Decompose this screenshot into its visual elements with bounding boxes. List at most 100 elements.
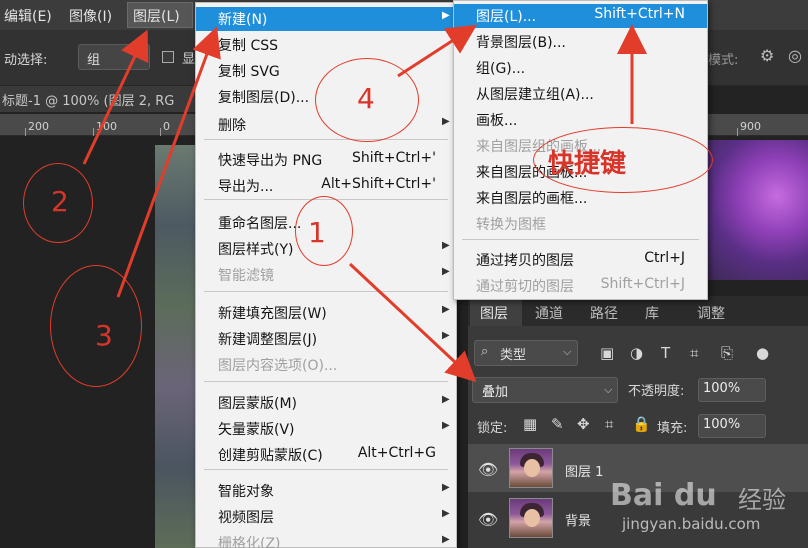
annotation-number: 1 [308, 216, 326, 249]
shape-filter-icon[interactable]: ⌗ [690, 344, 698, 362]
3d-mode-icon[interactable]: ⚙ [760, 46, 774, 65]
menu-item: 图层内容选项(O)... [196, 353, 456, 377]
tab-layers[interactable]: 图层 [480, 303, 508, 323]
submenu-item-label: 通过拷贝的图层 [476, 253, 574, 269]
tab-paths[interactable]: 路径 [590, 303, 618, 323]
lock-all-icon[interactable]: 🔒 [632, 415, 651, 433]
menu-item-label: 智能对象 [218, 484, 274, 500]
menu-item-label: 复制 SVG [218, 64, 280, 80]
submenu-arrow-icon: ▶ [442, 240, 450, 251]
menu-separator [462, 239, 699, 240]
annotation-number: 2 [51, 185, 69, 218]
ruler-tick [160, 128, 161, 136]
smart-object-filter-icon[interactable]: ⎘ [721, 344, 733, 362]
menu-layer[interactable]: 图层(L) [133, 6, 180, 26]
ruler-label: 100 [96, 120, 117, 133]
auto-select-dropdown[interactable]: 组 [78, 44, 150, 70]
submenu-arrow-icon: ▶ [442, 508, 450, 519]
submenu-item[interactable]: 通过拷贝的图层 Ctrl+J [454, 248, 707, 272]
submenu-item[interactable]: 从图层建立组(A)... [454, 82, 707, 106]
adjustment-filter-icon[interactable]: ◑ [630, 344, 643, 362]
submenu-item[interactable]: 背景图层(B)... [454, 30, 707, 54]
menu-item-label: 栅格化(Z) [218, 536, 281, 548]
submenu-item-label: 背景图层(B)... [476, 35, 566, 51]
fill-label: 填充: [657, 421, 688, 436]
lock-transparency-icon[interactable]: ▦ [523, 415, 537, 433]
opacity-label: 不透明度: [628, 384, 685, 399]
submenu-arrow-icon: ▶ [442, 482, 450, 493]
lock-pixels-icon[interactable]: ✎ [551, 415, 564, 433]
chevron-down-icon: ⌵ [563, 345, 572, 358]
filter-type-label: 类型 [500, 348, 527, 363]
menu-item-label: 新建填充图层(W) [218, 306, 327, 322]
menu-item-label: 新建调整图层(J) [218, 332, 318, 348]
menu-item[interactable]: 快速导出为 PNG Shift+Ctrl+' [196, 148, 456, 172]
submenu-item[interactable]: 组(G)... [454, 56, 707, 80]
show-transform-label: 显 [182, 52, 196, 67]
lock-label: 锁定: [477, 421, 508, 436]
menu-item-label: 删除 [218, 118, 246, 134]
menu-item[interactable]: 新建(N) ▶ [196, 7, 456, 31]
menu-item-label: 矢量蒙版(V) [218, 422, 295, 438]
submenu-item-label: 通过剪切的图层 [476, 279, 574, 295]
annotation-number: 4 [357, 82, 375, 115]
menu-item[interactable]: 智能对象 ▶ [196, 479, 456, 503]
submenu-item[interactable]: 画板... [454, 108, 707, 132]
menu-item[interactable]: 新建调整图层(J) ▶ [196, 327, 456, 351]
menu-item-shortcut: Alt+Ctrl+G [357, 445, 436, 461]
submenu-item-label: 组(G)... [476, 61, 526, 77]
menu-item[interactable]: 矢量蒙版(V) ▶ [196, 417, 456, 441]
menu-edit[interactable]: 编辑(E) [4, 6, 52, 26]
visibility-eye-icon[interactable]: 👁 [478, 510, 498, 529]
menu-item[interactable]: 新建填充图层(W) ▶ [196, 301, 456, 325]
artboard-lock-icon[interactable]: ⌗ [605, 415, 613, 433]
watermark-text: 经验 [738, 486, 786, 514]
submenu-item: 转换为图框 [454, 212, 707, 236]
opacity-value: 100% [703, 381, 741, 396]
menu-item[interactable]: 创建剪贴蒙版(C) Alt+Ctrl+G [196, 443, 456, 467]
submenu-item-label: 画板... [476, 113, 518, 129]
menu-item[interactable]: 视频图层 ▶ [196, 505, 456, 529]
submenu-item-label: 转换为图框 [476, 217, 546, 233]
tab-channels[interactable]: 通道 [535, 303, 563, 323]
menu-item[interactable]: 图层蒙版(M) ▶ [196, 391, 456, 415]
lock-position-icon[interactable]: ✥ [577, 415, 590, 433]
annotation-number: 3 [95, 319, 113, 352]
ruler-tick [737, 128, 738, 136]
type-filter-icon[interactable]: T [661, 344, 670, 362]
document-tab-title: 标题-1 @ 100% (图层 2, RG [2, 94, 175, 109]
menu-item[interactable]: 导出为... Alt+Shift+Ctrl+' [196, 174, 456, 198]
menu-item-shortcut: Alt+Shift+Ctrl+' [321, 176, 436, 192]
tab-libraries[interactable]: 库 [645, 303, 659, 323]
menu-item[interactable]: 复制 CSS [196, 33, 456, 57]
tab-adjustments[interactable]: 调整 [697, 303, 725, 323]
canvas-image [155, 145, 197, 548]
menu-separator [204, 469, 448, 470]
menu-item-label: 创建剪贴蒙版(C) [218, 448, 323, 464]
auto-select-label: 动选择: [4, 53, 48, 68]
submenu-arrow-icon: ▶ [442, 330, 450, 341]
menu-item-label: 图层内容选项(O)... [218, 358, 338, 374]
3d-rotate-icon[interactable]: ◎ [788, 46, 802, 65]
submenu-item-shortcut: Shift+Ctrl+N [594, 6, 685, 22]
submenu-item[interactable]: 图层(L)... Shift+Ctrl+N [454, 4, 707, 28]
menu-item: 栅格化(Z) ▶ [196, 531, 456, 548]
menu-item-shortcut: Shift+Ctrl+' [351, 150, 436, 166]
fill-value: 100% [703, 417, 741, 432]
pixel-filter-icon[interactable]: ▣ [600, 344, 614, 362]
menu-separator [204, 381, 448, 382]
submenu-arrow-icon: ▶ [442, 420, 450, 431]
layer-thumbnail [509, 448, 553, 488]
submenu-arrow-icon: ▶ [442, 10, 450, 21]
ruler-label: 900 [740, 120, 761, 133]
visibility-eye-icon[interactable]: 👁 [478, 460, 498, 479]
show-transform-checkbox[interactable] [162, 51, 174, 63]
ruler-label: 0 [163, 120, 170, 133]
submenu-arrow-icon: ▶ [442, 266, 450, 277]
submenu-arrow-icon: ▶ [442, 304, 450, 315]
ruler-label: 200 [28, 120, 49, 133]
filter-toggle-icon[interactable]: ● [756, 344, 769, 362]
submenu-item[interactable]: 来自图层的画框... [454, 186, 707, 210]
menu-image[interactable]: 图像(I) [69, 6, 112, 26]
search-icon: ⌕ [481, 344, 489, 359]
